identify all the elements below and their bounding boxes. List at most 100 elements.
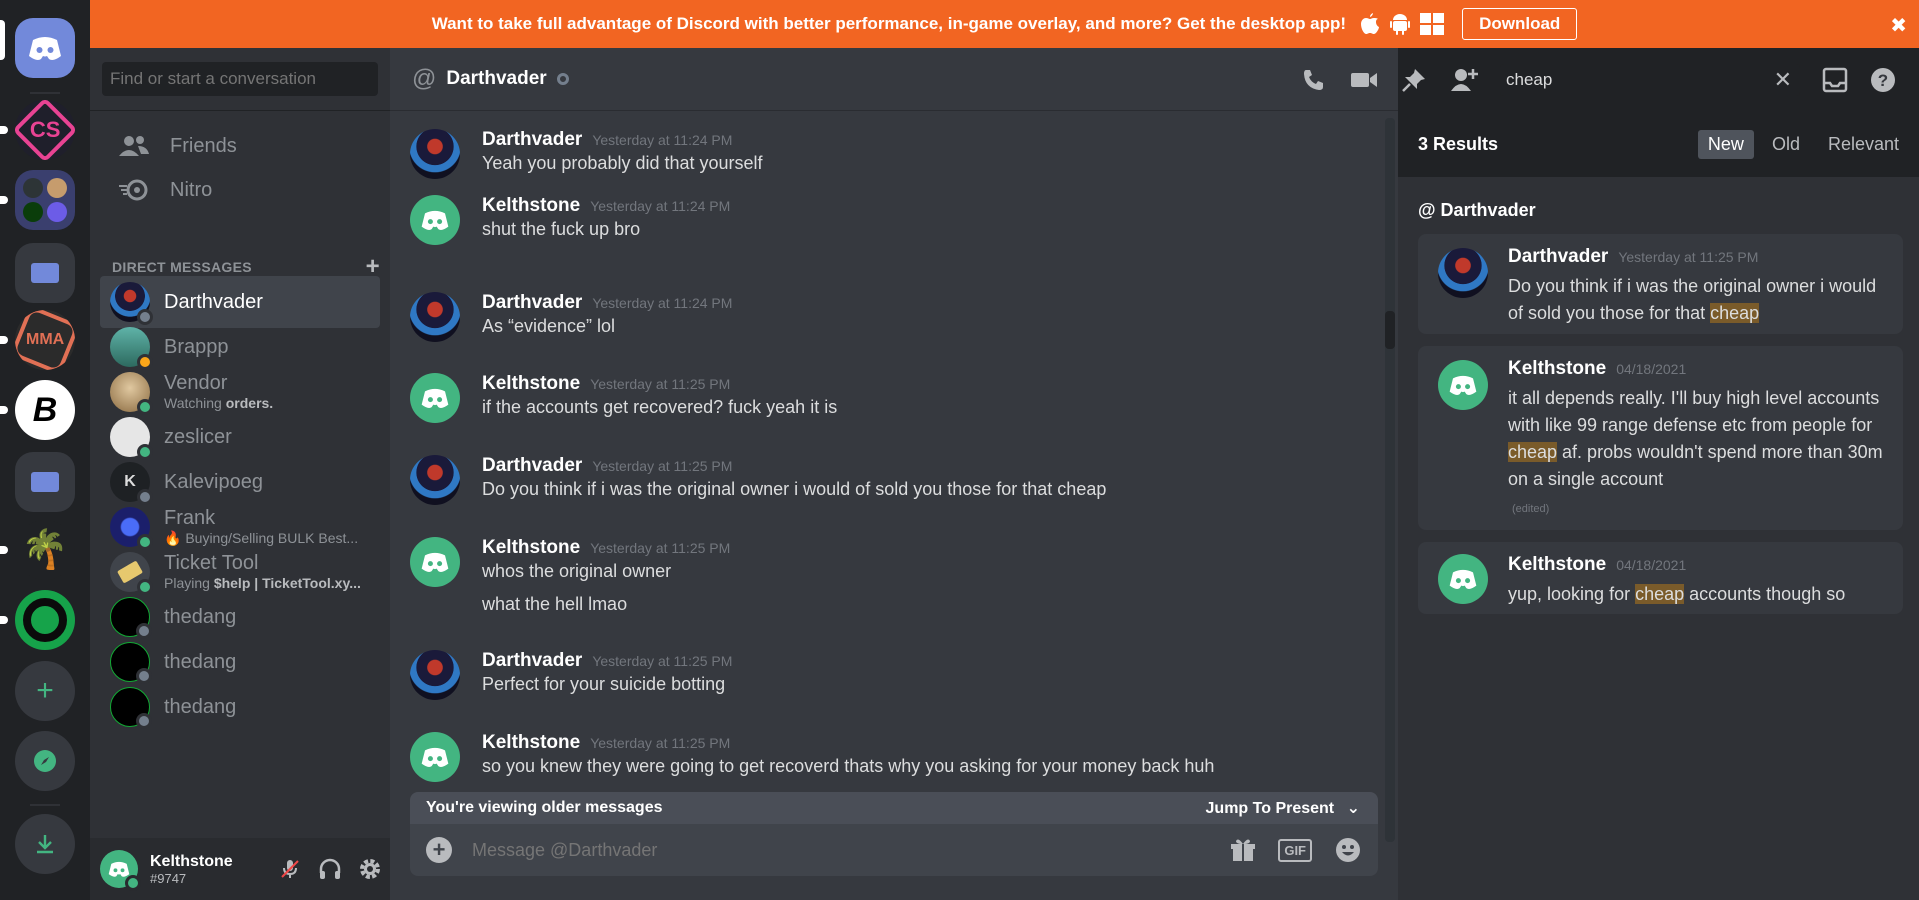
scrollbar-thumb[interactable] [1385,311,1395,349]
explore-servers-button[interactable] [15,731,75,791]
timestamp: 04/18/2021 [1616,557,1687,573]
plus-icon: + [36,674,54,707]
settings-gear-icon[interactable] [358,857,382,881]
gif-picker-button[interactable]: GIF [1278,838,1312,862]
server-folder[interactable] [15,243,75,303]
search-highlight: cheap [1710,303,1760,323]
message-input[interactable] [472,839,1231,861]
message-search-input[interactable]: cheap ✕ [1500,64,1800,96]
message-author[interactable]: Kelthstone [482,195,580,216]
user-controls [278,857,382,881]
mute-microphone-icon[interactable] [278,857,302,881]
sort-new-tab[interactable]: New [1697,129,1754,159]
message-body: Do you think if i was the original owner… [482,479,1107,499]
download-button[interactable]: Download [1462,8,1578,40]
gift-icon[interactable] [1230,837,1256,863]
result-author: Kelthstone [1508,358,1607,379]
chevron-down-icon: ⌄ [1346,800,1360,817]
conversation-search-input[interactable] [102,62,378,96]
message-body: if the accounts get recovered? fuck yeah… [482,397,838,417]
server-ring[interactable] [15,590,75,650]
jump-to-present-button[interactable]: Jump To Present ⌄ [1206,798,1360,818]
b-logo-icon: B [32,390,58,429]
clear-search-icon[interactable]: ✕ [1774,67,1792,93]
close-banner-icon[interactable]: ✖ [1890,13,1907,38]
sort-relevant-tab[interactable]: Relevant [1818,130,1909,159]
message-author[interactable]: Kelthstone [482,537,580,558]
search-highlight: cheap [1508,442,1558,462]
scrollbar-track[interactable] [1385,118,1395,842]
avatar[interactable] [410,455,460,505]
home-button[interactable] [15,18,75,78]
ring-logo-icon [23,598,67,642]
chat-toolbar [1300,48,1478,111]
results-count: 3 Results [1418,133,1499,154]
search-results-panel: 3 Results New Old Relevant @ Darthvader … [1398,111,1919,900]
header-right-icons: ? [1822,48,1896,111]
unread-dot [0,336,8,344]
timestamp: Yesterday at 11:25 PM [592,458,733,474]
mma-logo-icon: MMA [15,310,75,370]
k-logo-icon: K [124,473,136,490]
message-author[interactable]: Darthvader [482,455,582,476]
discord-logo-icon [421,552,449,572]
dm-item-thedang[interactable]: thedang [100,681,380,733]
discord-logo-icon [421,388,449,408]
message-author[interactable]: Kelthstone [482,373,580,394]
user-info: Kelthstone #9747 [150,853,233,886]
avatar[interactable] [410,373,460,423]
timestamp: Yesterday at 11:24 PM [592,295,733,311]
avatar[interactable] [410,650,460,700]
headphones-icon[interactable] [318,857,342,881]
result-body: Do you think if i was the original owner… [1508,276,1877,323]
guild-separator [30,92,60,94]
message-author[interactable]: Darthvader [482,292,582,313]
message-composer: + GIF [410,824,1378,876]
pin-icon[interactable] [1400,66,1428,94]
chat-header: @ Darthvader [390,48,1398,111]
nitro-nav-item[interactable]: Nitro [100,166,380,214]
download-apps-button[interactable] [15,814,75,874]
folder-icon [31,472,59,492]
server-mma[interactable]: MMA [15,310,75,370]
add-attachment-button[interactable]: + [426,837,452,863]
add-friend-to-dm-icon[interactable] [1450,66,1478,94]
status-indicator [125,875,141,891]
channel-name: Darthvader [446,68,547,89]
video-call-icon[interactable] [1350,66,1378,94]
unread-dot [0,616,8,624]
call-icon[interactable] [1300,66,1328,94]
server-cs[interactable]: CS [15,100,75,160]
search-result[interactable]: Kelthstone 04/18/2021 it all depends real… [1418,346,1903,530]
friends-nav-item[interactable]: Friends [100,122,380,170]
server-palm[interactable]: 🌴 [15,520,75,580]
folder-icon [31,263,59,283]
search-result[interactable]: Darthvader Yesterday at 11:25 PM Do you t… [1418,234,1903,334]
avatar[interactable] [410,732,460,782]
avatar[interactable] [410,537,460,587]
inbox-icon[interactable] [1822,67,1848,93]
avatar[interactable] [410,292,460,342]
avatar [110,507,153,550]
server-folder-grid[interactable] [15,170,75,230]
emoji-icon[interactable] [1334,836,1362,864]
avatar[interactable] [410,195,460,245]
unread-dot [0,406,8,414]
discord-logo-icon [1449,375,1477,395]
sort-old-tab[interactable]: Old [1762,130,1810,159]
search-result[interactable]: Kelthstone 04/18/2021 yup, looking for ch… [1418,542,1903,614]
message-body: so you knew they were going to get recov… [482,756,1215,776]
add-server-button[interactable]: + [15,661,75,721]
message-author[interactable]: Darthvader [482,129,582,150]
server-b[interactable]: B [15,380,75,440]
user-avatar[interactable] [100,850,141,891]
result-body: yup, looking for cheap accounts though s… [1508,584,1846,604]
composer-tools: GIF [1230,836,1378,864]
result-author: Darthvader [1508,246,1609,267]
message-author[interactable]: Darthvader [482,650,582,671]
avatar[interactable] [410,129,460,179]
discord-logo-icon [1449,569,1477,589]
server-folder-2[interactable] [15,452,75,512]
help-icon[interactable]: ? [1870,67,1896,93]
message-author[interactable]: Kelthstone [482,732,580,753]
